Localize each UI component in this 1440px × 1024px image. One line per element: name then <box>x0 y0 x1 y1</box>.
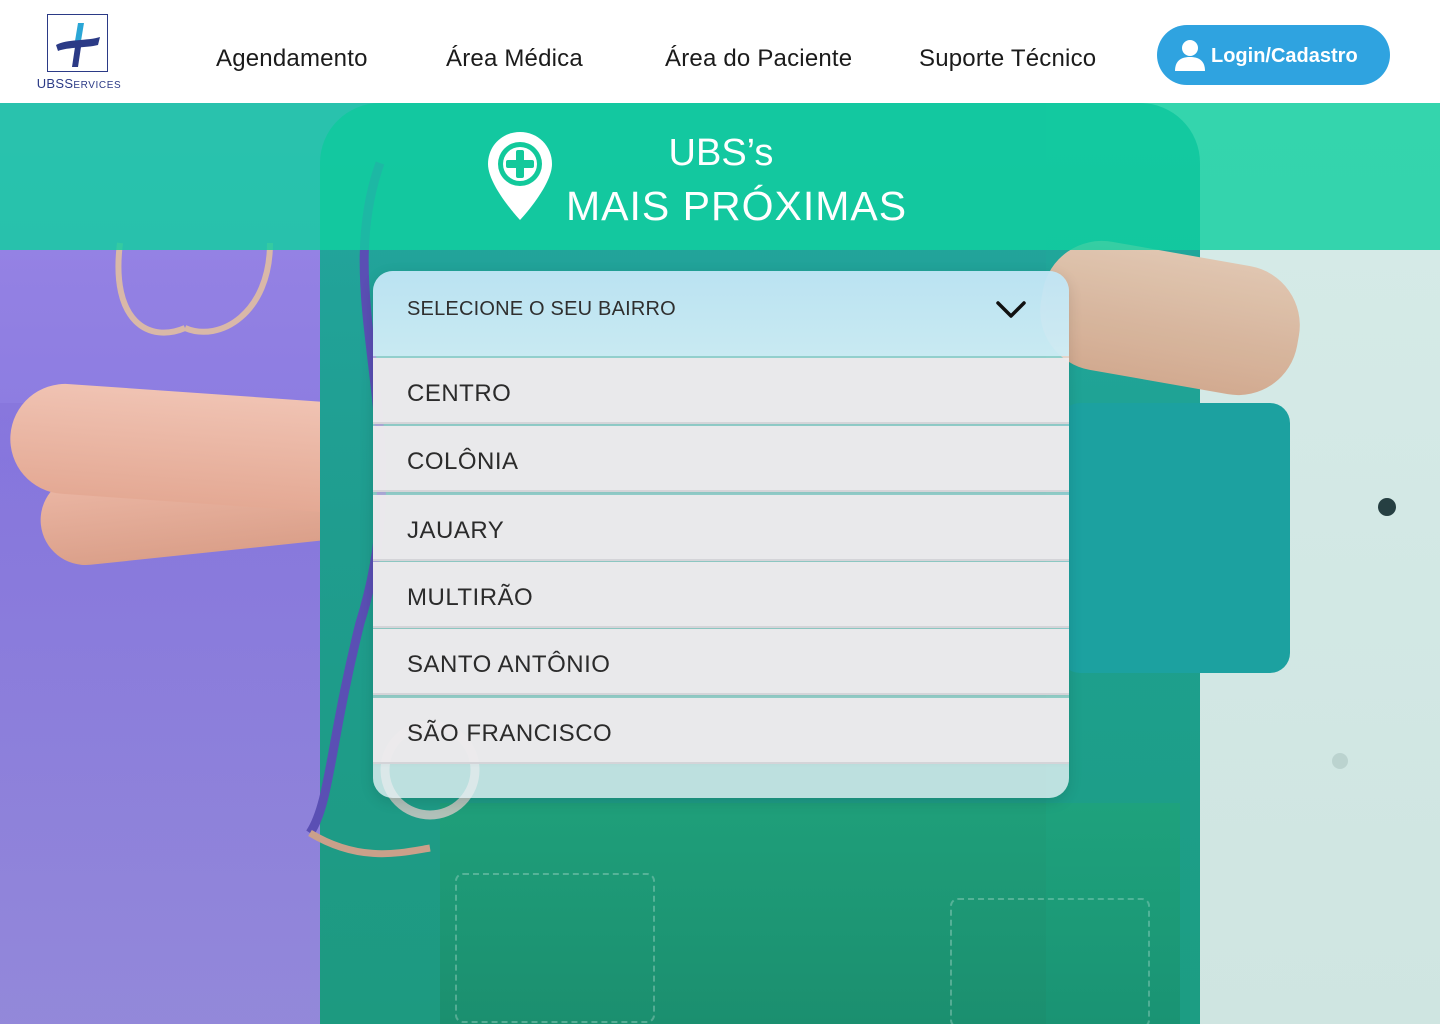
option-label: MULTIRÃO <box>407 584 534 611</box>
dropdown-option-multirao[interactable]: MULTIRÃO <box>373 562 1069 628</box>
ubservices-logo[interactable]: UBSSERVICES <box>36 14 122 94</box>
page-title-line1: UBS’s <box>668 132 774 174</box>
medical-cross-icon <box>56 23 100 67</box>
page-title-line2: MAIS PRÓXIMAS <box>566 183 908 229</box>
nav-area-paciente[interactable]: Área do Paciente <box>665 45 852 73</box>
top-navbar: UBSSERVICES Agendamento Área Médica Área… <box>0 0 1440 103</box>
login-button-label: Login/Cadastro <box>1211 45 1358 67</box>
logo-cross-mark <box>47 14 108 72</box>
option-label: JAUARY <box>407 517 505 544</box>
dropdown-option-jauary[interactable]: JAUARY <box>373 495 1069 561</box>
logo-text-s: S <box>64 76 74 91</box>
user-icon <box>1175 40 1205 71</box>
neighborhood-select[interactable]: SELECIONE O SEU BAIRRO <box>373 271 1069 356</box>
option-label: CENTRO <box>407 380 512 407</box>
chevron-down-icon[interactable] <box>995 297 1027 321</box>
logo-wordmark: UBSSERVICES <box>36 76 122 91</box>
option-label: SÃO FRANCISCO <box>407 720 613 747</box>
select-placeholder: SELECIONE O SEU BAIRRO <box>407 298 676 320</box>
nav-agendamento[interactable]: Agendamento <box>216 45 368 73</box>
logo-text-ervices: ERVICES <box>73 80 122 91</box>
logo-text-ubs: UBS <box>36 76 65 91</box>
dropdown-footer <box>373 764 1069 798</box>
nav-suporte-tecnico[interactable]: Suporte Técnico <box>919 45 1096 73</box>
login-button[interactable]: Login/Cadastro <box>1157 25 1390 85</box>
dropdown-option-centro[interactable]: CENTRO <box>373 358 1069 424</box>
location-pin-plus-icon <box>488 132 552 220</box>
dropdown-option-santo-antonio[interactable]: SANTO ANTÔNIO <box>373 629 1069 695</box>
neighborhood-dropdown: SELECIONE O SEU BAIRRO CENTRO COLÔNIA JA… <box>373 271 1069 798</box>
dropdown-option-colonia[interactable]: COLÔNIA <box>373 426 1069 492</box>
option-label: SANTO ANTÔNIO <box>407 651 611 678</box>
dropdown-option-sao-francisco[interactable]: SÃO FRANCISCO <box>373 698 1069 764</box>
nav-area-medica[interactable]: Área Médica <box>446 45 583 73</box>
option-label: COLÔNIA <box>407 448 519 475</box>
